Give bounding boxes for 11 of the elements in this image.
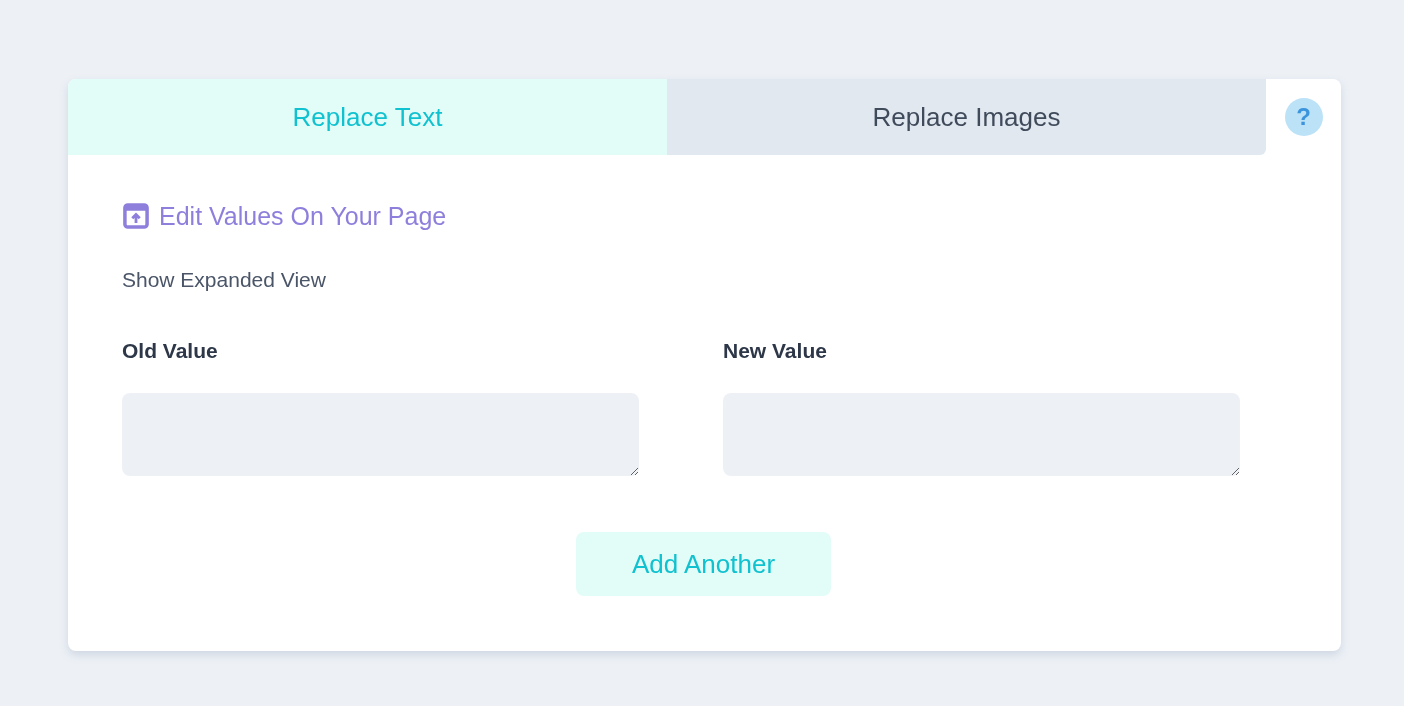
add-another-button[interactable]: Add Another (576, 532, 831, 596)
tab[interactable]: Replace Images (667, 79, 1266, 155)
help-button[interactable]: ? (1284, 98, 1323, 136)
edit-values-link[interactable]: Edit Values On Your Page (122, 201, 447, 231)
tab[interactable]: Replace Text (68, 79, 667, 155)
show-expanded-view-link[interactable]: Show Expanded View (122, 268, 1239, 292)
field-label: Old Value (122, 339, 219, 364)
input-field[interactable] (723, 393, 1240, 476)
upload-window-icon (122, 202, 150, 230)
input-field[interactable] (122, 393, 639, 476)
field-label: New Value (723, 339, 828, 364)
